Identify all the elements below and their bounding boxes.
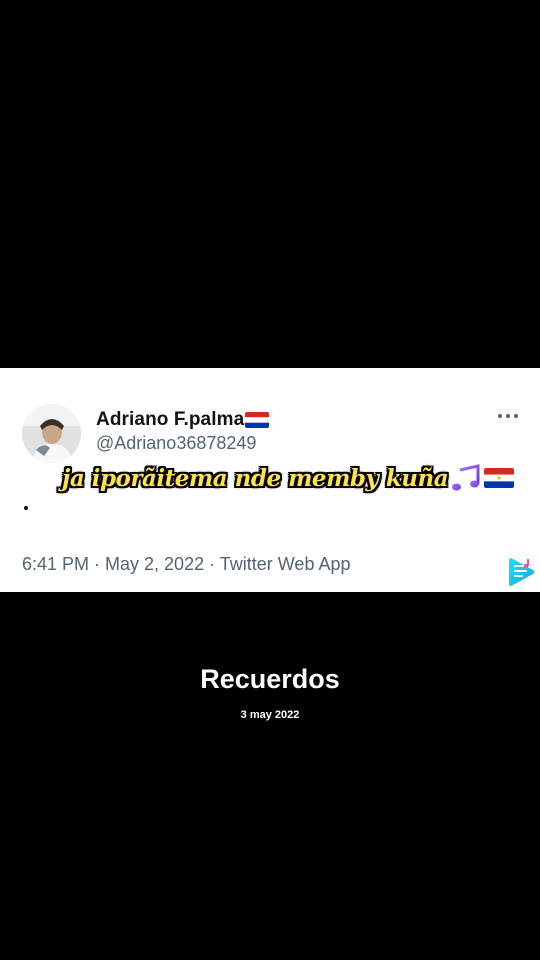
caption-text: ja iporãitema nde memby kuña: [62, 464, 449, 492]
memory-date: 3 may 2022: [240, 709, 300, 721]
avatar[interactable]: [22, 404, 81, 463]
tweet-body-text: [24, 506, 28, 510]
user-handle[interactable]: @Adriano36878249: [96, 433, 256, 454]
display-name-row: Adriano F.palma: [96, 408, 270, 432]
paraguay-flag-icon: [245, 412, 270, 428]
more-options-icon[interactable]: [498, 412, 518, 420]
memory-title: Recuerdos: [200, 664, 340, 694]
play-icon[interactable]: [506, 556, 536, 588]
music-note-icon: [450, 464, 482, 492]
display-name[interactable]: Adriano F.palma: [96, 409, 244, 431]
caption-overlay: ja iporãitema nde memby kuña: [62, 464, 515, 492]
tweet-timestamp[interactable]: 6:41 PM · May 2, 2022 · Twitter Web App: [22, 554, 351, 575]
paraguay-flag-icon: [484, 468, 515, 488]
tweet-card: Adriano F.palma @Adriano36878249 ja ipor…: [0, 368, 540, 592]
